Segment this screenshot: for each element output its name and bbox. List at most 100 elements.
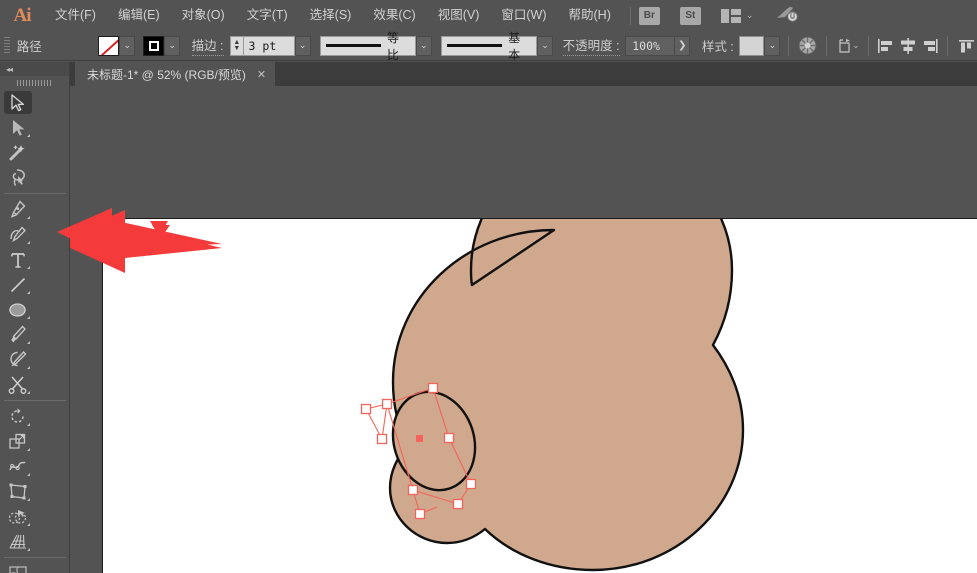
magic-wand-tool[interactable]: [0, 140, 35, 165]
scissors-icon: [8, 375, 28, 394]
ellipse-tool[interactable]: [0, 297, 35, 322]
line-segment-icon: [9, 276, 27, 294]
align-left-icon[interactable]: [877, 35, 898, 57]
rotate-icon: [8, 407, 27, 426]
free-transform-tool[interactable]: [0, 479, 35, 504]
tools-divider-2: [4, 400, 66, 401]
width-warp-icon: [8, 457, 27, 476]
rotate-tool[interactable]: [0, 404, 35, 429]
bridge-button[interactable]: Br: [639, 7, 660, 25]
paintbrush-tool[interactable]: [0, 322, 35, 347]
tools-panel-collapse[interactable]: ◂◂: [0, 62, 69, 76]
workspace-switcher[interactable]: ⌄: [721, 9, 754, 23]
stroke-profile-dropdown[interactable]: ⌄: [416, 36, 432, 56]
mesh-icon: [8, 565, 28, 573]
shape-builder-tool[interactable]: [0, 504, 35, 529]
lasso-tool[interactable]: [0, 165, 35, 190]
stroke-weight-stepper[interactable]: ▲▼: [230, 36, 242, 56]
shaper-tool[interactable]: [0, 347, 35, 372]
tool-group-draw: [0, 197, 69, 397]
document-tab-bar: 未标题-1* @ 52% (RGB/预览) ✕: [70, 62, 977, 86]
paintbrush-icon: [8, 325, 27, 344]
align-center-h-icon[interactable]: [897, 35, 918, 57]
control-divider-4: [947, 36, 948, 56]
type-tool[interactable]: [0, 247, 35, 272]
graphic-style-swatch[interactable]: [739, 36, 764, 56]
tools-divider-3: [4, 557, 66, 558]
menu-select[interactable]: 选择(S): [299, 0, 363, 31]
profile-label: 等比: [387, 29, 410, 63]
pen-tool[interactable]: [0, 197, 35, 222]
anchor-point: [362, 405, 371, 414]
width-tool[interactable]: [0, 454, 35, 479]
tools-panel-grip[interactable]: [0, 76, 69, 90]
align-right-icon[interactable]: [918, 35, 939, 57]
type-T-icon: [9, 251, 27, 269]
brush-definition-dropdown[interactable]: ⌄: [537, 36, 553, 56]
mesh-tool[interactable]: [0, 561, 35, 573]
menu-object[interactable]: 对象(O): [171, 0, 236, 31]
profile-line-preview: [326, 44, 381, 47]
stroke-profile-select[interactable]: 等比: [320, 36, 415, 56]
scale-tool[interactable]: [0, 429, 35, 454]
tools-divider-1: [4, 193, 66, 194]
align-top-icon[interactable]: [956, 35, 977, 57]
canvas-area[interactable]: [70, 86, 977, 573]
chevron-down-icon: ⌄: [746, 10, 754, 21]
stock-button[interactable]: St: [680, 7, 701, 25]
brush-definition-select[interactable]: 基本: [441, 36, 536, 56]
menu-view[interactable]: 视图(V): [427, 0, 491, 31]
line-segment-tool[interactable]: [0, 272, 35, 297]
fill-dropdown-button[interactable]: ⌄: [119, 36, 135, 56]
control-divider-2: [826, 36, 827, 56]
menubar-divider: [630, 7, 631, 25]
transparency-grid-icon[interactable]: [797, 35, 818, 57]
perspective-grid-icon: [8, 532, 28, 551]
selection-tool[interactable]: [0, 90, 35, 115]
anchor-point: [416, 510, 425, 519]
menu-effect[interactable]: 效果(C): [362, 0, 426, 31]
control-bar-grip[interactable]: [4, 37, 10, 55]
free-transform-icon: [8, 482, 28, 501]
arrow-cursor-icon: [10, 94, 26, 112]
shaper-pencil-icon: [8, 350, 28, 369]
menu-help[interactable]: 帮助(H): [558, 0, 622, 31]
stroke-weight-input[interactable]: 3 pt: [243, 36, 295, 56]
transform-chevron-icon[interactable]: ⌄: [852, 40, 860, 51]
rocket-power-icon[interactable]: [775, 5, 799, 26]
document-tab[interactable]: 未标题-1* @ 52% (RGB/预览) ✕: [75, 62, 275, 86]
stroke-weight-label[interactable]: 描边 :: [192, 35, 224, 56]
fill-color-swatch[interactable]: [98, 36, 119, 56]
tools-panel: ◂◂: [0, 62, 70, 573]
final-artwork: [103, 219, 977, 573]
opacity-label[interactable]: 不透明度 :: [563, 35, 620, 56]
close-icon[interactable]: ✕: [257, 68, 266, 81]
opacity-input[interactable]: 100%: [625, 36, 675, 56]
stroke-dropdown-button[interactable]: ⌄: [164, 36, 180, 56]
menu-file[interactable]: 文件(F): [44, 0, 107, 31]
ellipse-icon: [8, 301, 28, 319]
anchor-point: [409, 486, 418, 495]
stroke-color-swatch[interactable]: [143, 36, 164, 56]
opacity-dropdown[interactable]: ❯: [675, 36, 690, 56]
anchor-point: [467, 480, 476, 489]
selection-center-point: [416, 435, 423, 442]
control-divider-1: [788, 36, 789, 56]
menu-window[interactable]: 窗口(W): [490, 0, 557, 31]
style-dropdown-button[interactable]: ⌄: [764, 36, 780, 56]
anchor-point: [445, 434, 454, 443]
tool-group-paint: [0, 561, 69, 573]
selected-object-type: 路径: [17, 36, 99, 55]
curvature-tool[interactable]: [0, 222, 35, 247]
menu-type[interactable]: 文字(T): [236, 0, 299, 31]
brush-line-preview: [447, 44, 502, 47]
anchor-point: [429, 384, 438, 393]
artboard[interactable]: [102, 218, 977, 573]
direct-selection-tool[interactable]: [0, 115, 35, 140]
perspective-grid-tool[interactable]: [0, 529, 35, 554]
stroke-weight-dropdown[interactable]: ⌄: [295, 36, 311, 56]
scissors-tool[interactable]: [0, 372, 35, 397]
brush-label: 基本: [508, 29, 531, 63]
menu-edit[interactable]: 编辑(E): [107, 0, 171, 31]
scale-icon: [8, 432, 27, 451]
